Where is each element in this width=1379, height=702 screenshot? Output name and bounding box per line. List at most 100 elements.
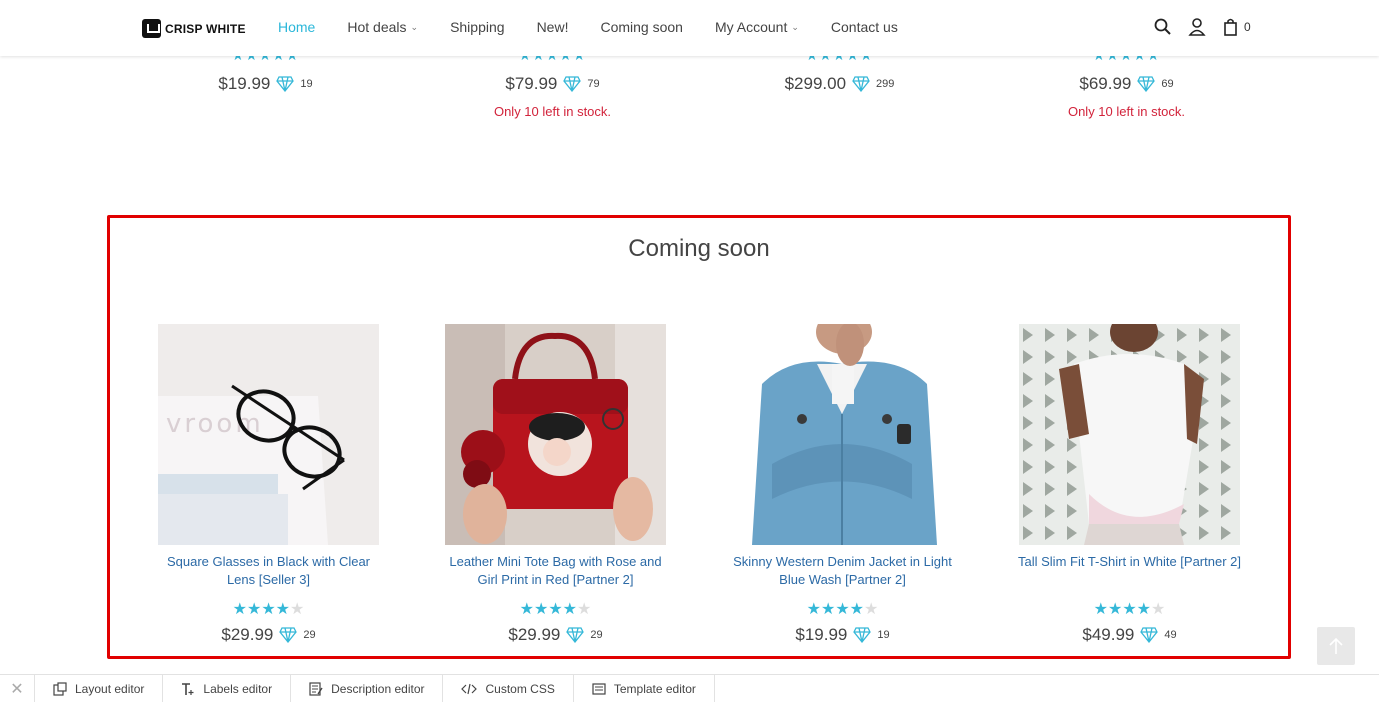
- product-card: ★★★★★ $79.99 79 Only 10 left in stock.: [409, 48, 696, 120]
- product-grid: vroom Square Glasses in Black with Clear…: [125, 324, 1273, 645]
- nav-label: Home: [278, 19, 316, 35]
- nav-shipping[interactable]: Shipping: [450, 19, 505, 35]
- product-name-link[interactable]: Leather Mini Tote Bag with Rose and Girl…: [412, 553, 699, 589]
- template-icon: [592, 683, 606, 695]
- product-image-glasses[interactable]: vroom: [158, 324, 379, 545]
- rating-stars: ★★★★★: [519, 601, 592, 618]
- cart-icon[interactable]: [1222, 17, 1240, 37]
- layout-editor-button[interactable]: Layout editor: [35, 675, 164, 702]
- diamond-icon: [276, 76, 295, 92]
- nav-label: New!: [536, 19, 569, 35]
- product-image-bag[interactable]: [445, 324, 666, 545]
- nav-label: Hot deals: [347, 19, 407, 35]
- site-logo[interactable]: CRISP WHITE: [142, 19, 246, 38]
- stock-notice: [122, 104, 409, 120]
- product-price: $299.00: [784, 74, 847, 93]
- logo-icon: [142, 19, 161, 38]
- product-card: ★★★★★ $69.99 69 Only 10 left in stock.: [983, 48, 1270, 120]
- main-nav: Home Hot deals ⌄ Shipping New! Coming soo…: [278, 19, 930, 35]
- reward-points: 29: [303, 629, 316, 641]
- reward-points: 79: [587, 78, 600, 90]
- coming-soon-section: Coming soon vroom Square Glasses in Blac…: [107, 215, 1291, 659]
- product-price: $29.99: [221, 625, 274, 644]
- product-price: $79.99: [505, 74, 558, 93]
- reward-points: 19: [300, 78, 313, 90]
- custom-css-button[interactable]: Custom CSS: [443, 675, 574, 702]
- product-card: ★★★★★ $19.99 19: [122, 48, 409, 120]
- rating-stars: ★★★★★: [232, 601, 305, 618]
- price-line: $19.99 19: [699, 625, 986, 645]
- layout-icon: [53, 682, 67, 696]
- product-price: $69.99: [1079, 74, 1132, 93]
- search-icon[interactable]: [1154, 17, 1172, 37]
- product-card: Skinny Western Denim Jacket in Light Blu…: [699, 324, 986, 645]
- price-line: $79.99 79: [409, 74, 696, 94]
- back-to-top-button[interactable]: [1317, 627, 1355, 665]
- product-name-link[interactable]: Skinny Western Denim Jacket in Light Blu…: [699, 553, 986, 589]
- product-name-link[interactable]: Tall Slim Fit T-Shirt in White [Partner …: [986, 553, 1273, 589]
- reward-points: 49: [1164, 629, 1177, 641]
- product-price: $49.99: [1082, 625, 1135, 644]
- stock-notice: Only 10 left in stock.: [1067, 104, 1186, 119]
- user-icon[interactable]: [1188, 17, 1206, 37]
- nav-hot-deals[interactable]: Hot deals ⌄: [347, 19, 418, 35]
- logo-text: CRISP WHITE: [165, 21, 246, 36]
- close-editor-button[interactable]: ✕: [0, 675, 35, 702]
- stock-notice: [696, 104, 983, 120]
- reward-points: 29: [590, 629, 603, 641]
- header-actions: 0: [1154, 17, 1251, 37]
- product-card: Leather Mini Tote Bag with Rose and Girl…: [412, 324, 699, 645]
- nav-label: Coming soon: [600, 19, 683, 35]
- diamond-icon: [1140, 627, 1159, 643]
- product-price: $19.99: [218, 74, 271, 93]
- chevron-down-icon: ⌄: [410, 21, 419, 32]
- nav-label: Contact us: [830, 19, 898, 35]
- reward-points: 19: [877, 629, 890, 641]
- nav-label: My Account: [714, 19, 788, 35]
- editor-label: Template editor: [613, 682, 696, 696]
- site-header: CRISP WHITE Home Hot deals ⌄ Shipping New…: [0, 0, 1379, 56]
- price-line: $49.99 49: [986, 625, 1273, 645]
- editor-label: Custom CSS: [485, 682, 555, 696]
- product-card: vroom Square Glasses in Black with Clear…: [125, 324, 412, 645]
- labels-editor-button[interactable]: Labels editor: [163, 675, 292, 702]
- price-line: $29.99 29: [125, 625, 412, 645]
- diamond-icon: [853, 627, 872, 643]
- product-image-white-tshirt[interactable]: [1019, 324, 1240, 545]
- price-line: $299.00 299: [696, 74, 983, 94]
- description-editor-button[interactable]: Description editor: [291, 675, 444, 702]
- reward-points: 299: [876, 78, 895, 90]
- cart-count: 0: [1244, 20, 1251, 34]
- price-line: $29.99 29: [412, 625, 699, 645]
- product-price: $29.99: [508, 625, 561, 644]
- product-name-link[interactable]: Square Glasses in Black with Clear Lens …: [125, 553, 412, 589]
- nav-coming-soon[interactable]: Coming soon: [600, 19, 683, 35]
- price-line: $69.99 69: [983, 74, 1270, 94]
- nav-contact-us[interactable]: Contact us: [831, 19, 898, 35]
- product-card: Tall Slim Fit T-Shirt in White [Partner …: [986, 324, 1273, 645]
- text-icon: [182, 683, 194, 695]
- description-icon: [309, 682, 323, 696]
- diamond-icon: [566, 627, 585, 643]
- nav-home[interactable]: Home: [278, 19, 315, 35]
- diamond-icon: [1137, 76, 1156, 92]
- diamond-icon: [563, 76, 582, 92]
- editor-label: Layout editor: [75, 682, 145, 696]
- rating-stars: ★★★★★: [1093, 601, 1166, 618]
- nav-my-account[interactable]: My Account ⌄: [715, 19, 799, 35]
- nav-label: Shipping: [450, 19, 505, 35]
- close-icon: ✕: [10, 681, 24, 698]
- price-line: $19.99 19: [122, 74, 409, 94]
- editor-toolbar: ✕ Layout editor Labels editor Descriptio…: [0, 674, 1379, 702]
- editor-label: Labels editor: [203, 682, 273, 696]
- diamond-icon: [852, 76, 870, 92]
- product-price: $19.99: [795, 625, 848, 644]
- product-card: ★★★★★ $299.00 299: [696, 48, 983, 120]
- template-editor-button[interactable]: Template editor: [574, 675, 715, 702]
- code-icon: [461, 683, 478, 695]
- section-title: Coming soon: [628, 235, 770, 262]
- top-product-row: ★★★★★ $19.99 19 ★★★★★ $79.99 79 Only 10 …: [122, 48, 1270, 120]
- nav-new[interactable]: New!: [537, 19, 569, 35]
- stock-notice: Only 10 left in stock.: [493, 104, 612, 119]
- product-image-denim-jacket[interactable]: [732, 324, 953, 545]
